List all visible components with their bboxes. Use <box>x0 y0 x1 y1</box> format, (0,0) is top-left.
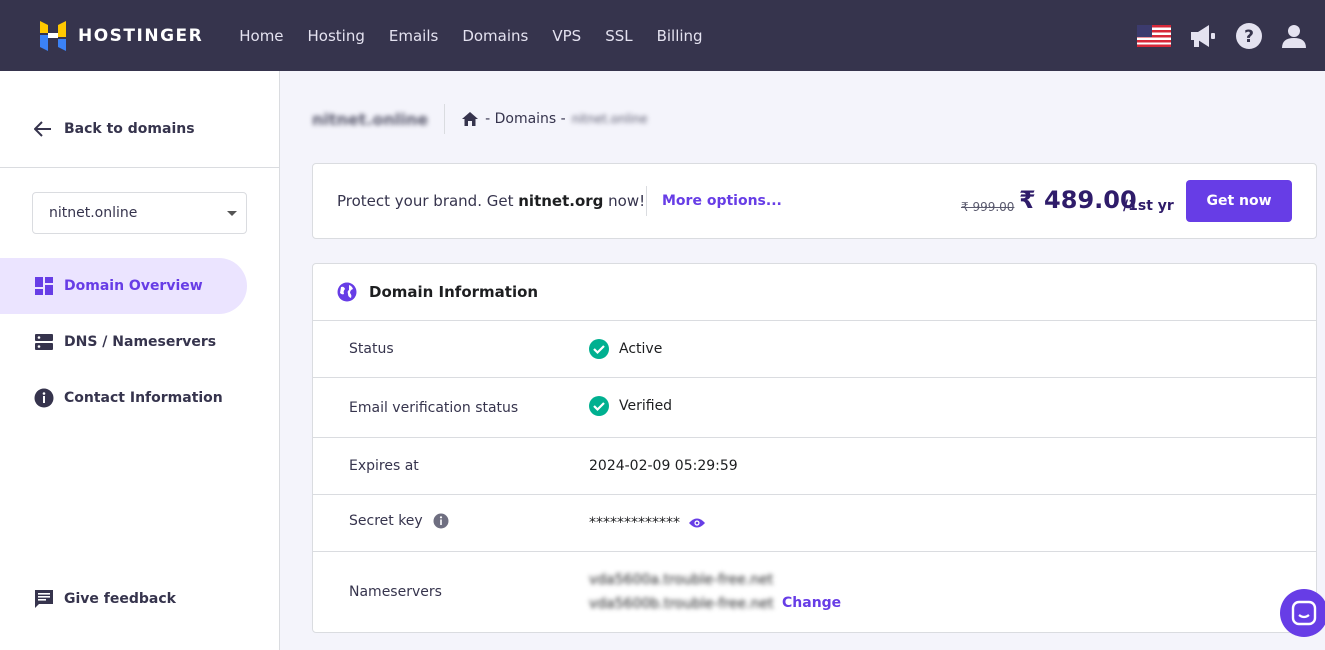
home-icon[interactable] <box>461 111 479 127</box>
top-navigation-bar: HOSTINGER Home Hosting Emails Domains VP… <box>0 0 1325 71</box>
nav-hosting[interactable]: Hosting <box>308 27 365 45</box>
nav-billing[interactable]: Billing <box>657 27 703 45</box>
secret-key-label-text: Secret key <box>349 513 423 529</box>
info-icon <box>34 388 54 408</box>
info-icon[interactable] <box>433 513 449 529</box>
domain-information-card: Domain Information Status Active Email v… <box>312 263 1317 633</box>
email-verification-row: Email verification status Verified <box>313 378 1316 438</box>
promo-text: Protect your brand. Get nitnet.org now! <box>337 192 645 210</box>
email-verification-label: Email verification status <box>349 400 519 416</box>
sidebar-item-dns-nameservers[interactable]: DNS / Nameservers <box>0 314 247 370</box>
top-icons: ? <box>1119 0 1307 71</box>
price-period: /1st yr <box>1123 198 1174 214</box>
sidebar: Back to domains nitnet.online Domain Ove… <box>0 71 280 650</box>
nameservers-row: Nameservers vda5600a.trouble-free.net vd… <box>313 552 1316 632</box>
breadcrumb: nitnet.online - Domains - nitnet.online <box>312 101 647 137</box>
chat-icon <box>1291 600 1317 626</box>
sidebar-item-label: Domain Overview <box>64 278 203 294</box>
status-label: Status <box>349 341 394 357</box>
breadcrumb-divider <box>444 104 446 134</box>
caret-down-icon <box>227 211 237 216</box>
nav-vps[interactable]: VPS <box>552 27 581 45</box>
expires-row: Expires at 2024-02-09 05:29:59 <box>313 438 1316 495</box>
sidebar-item-label: DNS / Nameservers <box>64 334 217 350</box>
sidebar-item-contact-information[interactable]: Contact Information <box>0 370 247 426</box>
domain-selector-value: nitnet.online <box>49 205 138 221</box>
globe-icon <box>337 282 357 302</box>
us-flag-icon[interactable] <box>1137 24 1171 47</box>
secret-key-label: Secret key <box>349 513 449 529</box>
feedback-label: Give feedback <box>64 591 176 607</box>
secret-key-row: Secret key ************* <box>313 495 1316 552</box>
nameservers-label: Nameservers <box>349 584 442 600</box>
status-text: Active <box>619 341 663 357</box>
promo-domain: nitnet.org <box>518 192 604 210</box>
main-nav: Home Hosting Emails Domains VPS SSL Bill… <box>239 27 726 45</box>
breadcrumb-current: nitnet.online <box>571 112 648 126</box>
account-icon[interactable] <box>1281 23 1307 49</box>
sidebar-item-domain-overview[interactable]: Domain Overview <box>0 258 247 314</box>
change-nameservers-link[interactable]: Change <box>782 595 841 611</box>
breadcrumb-path: - Domains - nitnet.online <box>461 111 647 127</box>
arrow-left-icon <box>34 121 51 137</box>
back-label: Back to domains <box>64 121 195 137</box>
hostinger-logo[interactable]: HOSTINGER <box>40 20 204 51</box>
hostinger-logo-icon <box>40 20 66 51</box>
email-verification-value: Verified <box>589 396 672 416</box>
megaphone-icon[interactable] <box>1189 23 1217 49</box>
more-options-link[interactable]: More options... <box>662 193 782 209</box>
nav-domains[interactable]: Domains <box>462 27 528 45</box>
promo-text-before: Protect your brand. Get <box>337 192 519 210</box>
old-price: ₹ 999.00 <box>961 200 1015 214</box>
promo-divider <box>646 186 647 216</box>
nameserver-1: vda5600a.trouble-free.net <box>589 572 774 588</box>
expires-label: Expires at <box>349 458 419 474</box>
email-verification-text: Verified <box>619 398 673 414</box>
promo-text-after: now! <box>603 192 646 210</box>
dashboard-icon <box>35 277 53 295</box>
domain-selector[interactable]: nitnet.online <box>32 192 247 234</box>
new-price: ₹ 489.00 <box>1019 186 1137 214</box>
secret-key-masked: ************* <box>589 515 680 531</box>
eye-icon[interactable] <box>688 517 706 529</box>
card-header: Domain Information <box>313 264 1316 321</box>
server-icon <box>35 334 53 350</box>
help-icon[interactable]: ? <box>1235 22 1263 50</box>
nav-ssl[interactable]: SSL <box>605 27 632 45</box>
back-to-domains-link[interactable]: Back to domains <box>34 121 195 137</box>
status-row: Status Active <box>313 321 1316 378</box>
card-title: Domain Information <box>369 283 539 301</box>
sidebar-divider <box>0 167 279 168</box>
check-circle-icon <box>589 396 609 416</box>
status-value: Active <box>589 339 662 359</box>
sidebar-item-label: Contact Information <box>64 390 223 406</box>
breadcrumb-domains-link[interactable]: - Domains - <box>485 111 566 127</box>
nav-emails[interactable]: Emails <box>389 27 438 45</box>
domain-promo-banner: Protect your brand. Get nitnet.org now! … <box>312 163 1317 239</box>
feedback-icon <box>35 590 53 608</box>
check-circle-icon <box>589 339 609 359</box>
svg-text:?: ? <box>1244 27 1254 47</box>
get-now-button[interactable]: Get now <box>1186 180 1292 222</box>
give-feedback-link[interactable]: Give feedback <box>34 589 176 609</box>
secret-key-value: ************* <box>589 515 716 531</box>
page-title: nitnet.online <box>312 109 429 129</box>
brand-name: HOSTINGER <box>78 25 204 46</box>
chat-launcher-button[interactable] <box>1280 589 1325 637</box>
expires-value: 2024-02-09 05:29:59 <box>589 458 738 474</box>
nav-home[interactable]: Home <box>239 27 283 45</box>
nameserver-2: vda5600b.trouble-free.net <box>589 596 774 612</box>
